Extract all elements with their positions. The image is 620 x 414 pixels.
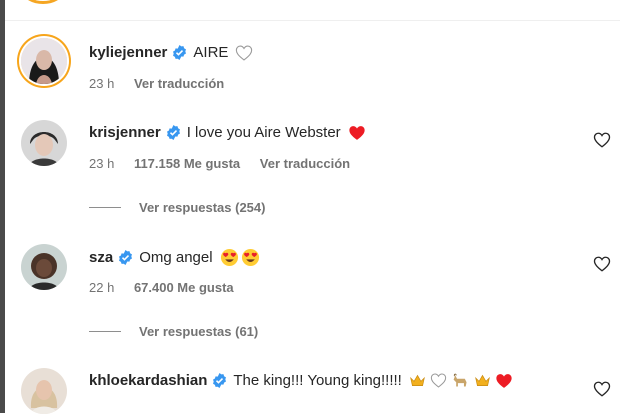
crown-emoji: [409, 374, 425, 386]
avatar[interactable]: [21, 368, 67, 414]
comment-text: The king!!! Young king!!!!!: [233, 372, 402, 389]
verified-badge-icon: [166, 125, 180, 140]
view-replies[interactable]: Ver respuestas (61): [89, 324, 258, 339]
goat-emoji: [453, 373, 467, 387]
avatar[interactable]: [21, 244, 67, 290]
view-replies-label[interactable]: Ver respuestas (61): [139, 324, 258, 339]
heart-eyes-emoji: [220, 248, 238, 267]
comment-text: I love you Aire Webster: [186, 124, 341, 141]
verified-badge-icon: [119, 250, 133, 265]
red-heart-emoji: [496, 373, 512, 388]
like-heart-icon[interactable]: [593, 131, 611, 149]
heart-eyes-emoji: [241, 248, 259, 267]
username[interactable]: khloekardashian: [89, 372, 207, 389]
comment-time: 22 h: [89, 280, 115, 295]
username[interactable]: sza: [89, 249, 113, 266]
comment-text: Omg angel: [139, 249, 213, 266]
top-divider: [5, 20, 620, 21]
replies-divider-line: [89, 331, 121, 332]
likes-count[interactable]: 67.400 Me gusta: [134, 280, 234, 295]
red-heart-emoji: [349, 125, 365, 140]
avatar[interactable]: [21, 38, 67, 84]
replies-divider-line: [89, 207, 121, 208]
like-heart-icon[interactable]: [593, 255, 611, 273]
translate-link[interactable]: Ver traducción: [134, 76, 224, 91]
username[interactable]: krisjenner: [89, 124, 161, 141]
likes-count[interactable]: 117.158 Me gusta: [134, 156, 240, 171]
comment-kyliejenner: kyliejenner AIRE 23 h Ver traducción: [5, 36, 620, 106]
heart-outline-icon: [430, 373, 447, 388]
username[interactable]: kyliejenner: [89, 44, 167, 61]
comment-khloekardashian: khloekardashian The king!!! Young king!!…: [5, 366, 620, 414]
heart-outline-icon: [236, 45, 253, 61]
like-heart-icon[interactable]: [593, 380, 611, 398]
avatar[interactable]: [21, 120, 67, 166]
crown-emoji: [474, 374, 490, 386]
comment-time: 23 h: [89, 156, 115, 171]
view-replies[interactable]: Ver respuestas (254): [89, 200, 265, 215]
comment-sza: sza Omg angel 22 h 67.400 Me gusta Ver r…: [5, 242, 620, 352]
translate-link[interactable]: Ver traducción: [260, 156, 350, 171]
previous-comment-avatar-edge: [5, 0, 620, 14]
view-replies-label[interactable]: Ver respuestas (254): [139, 200, 265, 215]
verified-badge-icon: [173, 45, 187, 60]
verified-badge-icon: [213, 373, 227, 388]
comment-text: AIRE: [193, 44, 229, 61]
comment-krisjenner: krisjenner I love you Aire Webster 23 h …: [5, 118, 620, 228]
comment-time: 23 h: [89, 76, 115, 91]
